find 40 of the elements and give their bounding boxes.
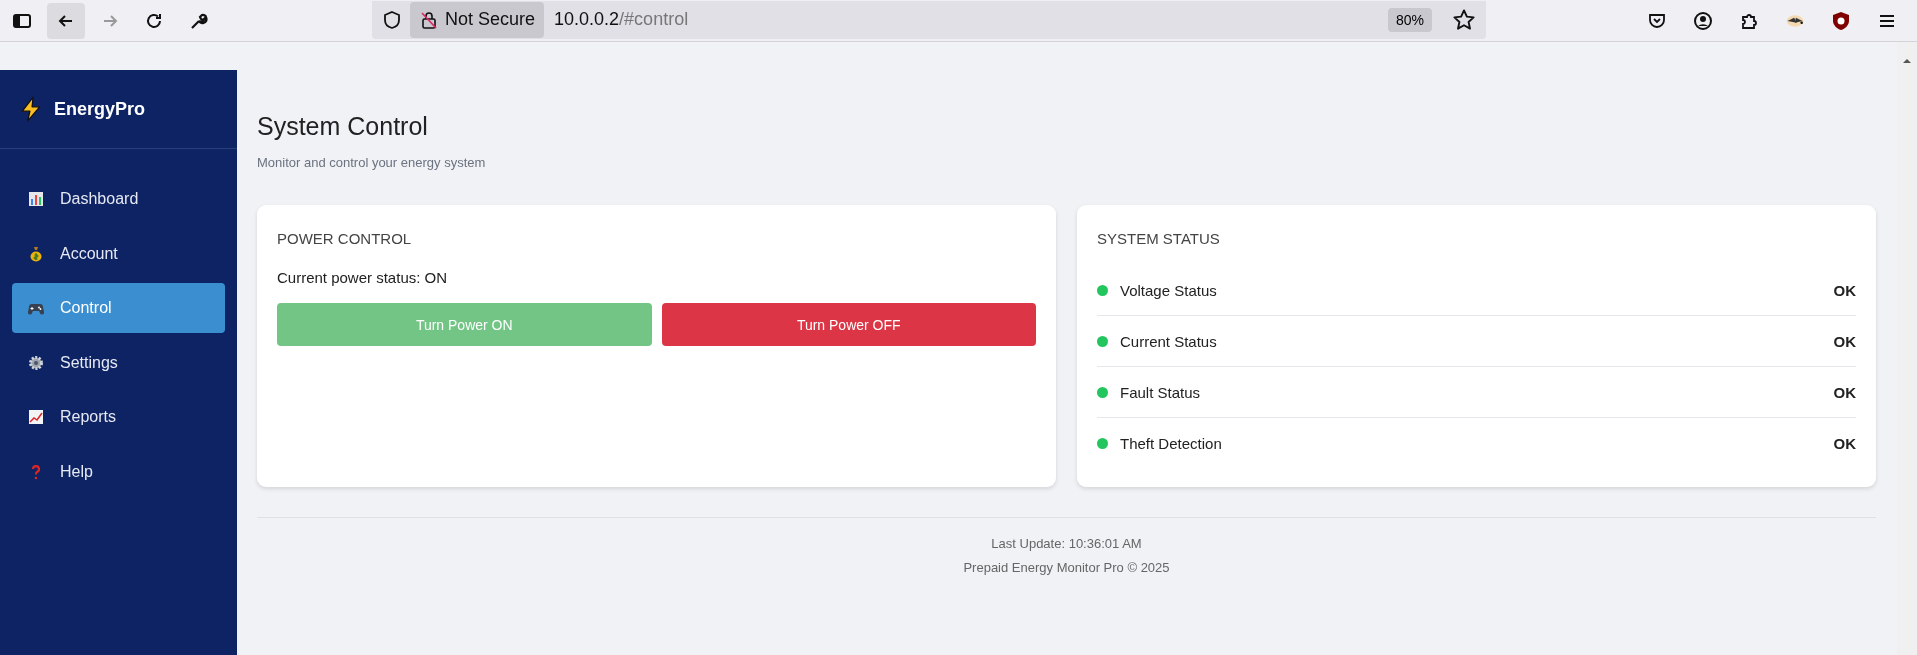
status-value: OK [1833, 434, 1856, 452]
status-value: OK [1833, 332, 1856, 350]
scroll-up-arrow-icon[interactable] [1902, 56, 1912, 66]
card-heading: POWER CONTROL [277, 230, 413, 247]
gear-icon [28, 354, 44, 371]
zoom-level-button[interactable]: 80% [1387, 7, 1432, 32]
copyright-text: Prepaid Energy Monitor Pro © 2025 [963, 560, 1170, 575]
status-label: Voltage Status [1120, 281, 1218, 299]
sidebar-item[interactable]: Settings [12, 337, 225, 388]
trend-chart-icon [28, 409, 44, 425]
status-label: Theft Detection [1120, 434, 1223, 452]
sidebar-item[interactable]: Account [12, 228, 225, 279]
page-subtitle: Monitor and control your energy system [257, 155, 487, 170]
account-icon[interactable] [1693, 10, 1713, 31]
sidebar-item[interactable]: Reports [12, 392, 225, 442]
power-status-text: Current power status: ON [277, 269, 449, 286]
card-heading: SYSTEM STATUS [1097, 230, 1221, 247]
star-icon[interactable] [1452, 7, 1476, 32]
sidebar-item[interactable]: Dashboard [12, 174, 225, 224]
unlocked-padlock-icon [419, 9, 439, 30]
address-bar[interactable]: Not Secure 10.0.0.2/#control 80% [372, 0, 1486, 39]
security-label: Not Secure [445, 9, 536, 30]
shield-icon[interactable] [382, 9, 402, 30]
brand-name: EnergyPro [54, 98, 146, 120]
back-button[interactable] [47, 2, 85, 39]
status-label: Current Status [1120, 332, 1218, 350]
scrollbar[interactable] [1897, 42, 1917, 655]
page-title: System Control [257, 112, 429, 141]
status-label: Fault Status [1120, 383, 1202, 401]
url-text: 10.0.0.2/#control [554, 9, 689, 30]
security-indicator[interactable]: Not Secure [410, 1, 545, 38]
shield-extension-icon[interactable] [1831, 10, 1851, 31]
sidebar-item[interactable]: Help [12, 446, 225, 497]
status-value: OK [1833, 281, 1856, 299]
lightning-bolt-icon [20, 96, 42, 122]
money-bag-icon [28, 245, 44, 262]
status-value: OK [1833, 383, 1856, 401]
power-off-button[interactable]: Turn Power OFF [661, 303, 1036, 346]
last-update-text: Last Update: 10:36:01 AM [991, 536, 1142, 551]
bar-chart-icon [28, 191, 44, 207]
